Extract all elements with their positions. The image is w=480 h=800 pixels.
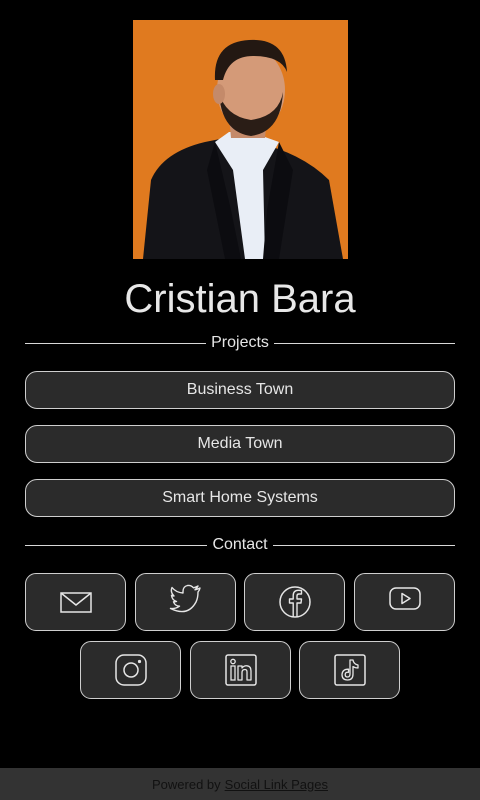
projects-divider: Projects — [25, 333, 456, 353]
footer-bar: Powered by Social Link Pages — [0, 768, 480, 800]
divider-line — [25, 342, 207, 344]
smart-home-systems-button[interactable]: Smart Home Systems — [25, 479, 455, 517]
tiktok-icon — [333, 654, 366, 686]
email-button[interactable] — [25, 573, 126, 631]
tiktok-button[interactable] — [299, 641, 400, 699]
business-town-button[interactable]: Business Town — [25, 371, 455, 409]
twitter-button[interactable] — [135, 573, 236, 631]
profile-photo — [133, 20, 348, 259]
profile-name: Cristian Bara — [124, 277, 356, 321]
contact-heading: Contact — [212, 536, 268, 553]
person-photo-icon — [133, 20, 348, 259]
linkedin-icon — [224, 654, 257, 686]
mail-icon — [59, 592, 92, 613]
linkedin-button[interactable] — [190, 641, 291, 699]
facebook-button[interactable] — [244, 573, 345, 631]
contact-divider: Contact — [25, 535, 456, 555]
facebook-icon — [278, 586, 311, 618]
media-town-button[interactable]: Media Town — [25, 425, 455, 463]
twitter-icon — [169, 584, 201, 613]
instagram-button[interactable] — [80, 641, 181, 699]
social-link-pages-link[interactable]: Social Link Pages — [225, 777, 328, 792]
footer-prefix: Powered by — [152, 776, 221, 792]
divider-line — [25, 544, 208, 546]
divider-line — [273, 342, 456, 344]
youtube-icon — [388, 587, 421, 610]
projects-heading: Projects — [211, 334, 269, 351]
instagram-icon — [114, 654, 147, 686]
youtube-button[interactable] — [354, 573, 455, 631]
divider-line — [272, 544, 456, 546]
